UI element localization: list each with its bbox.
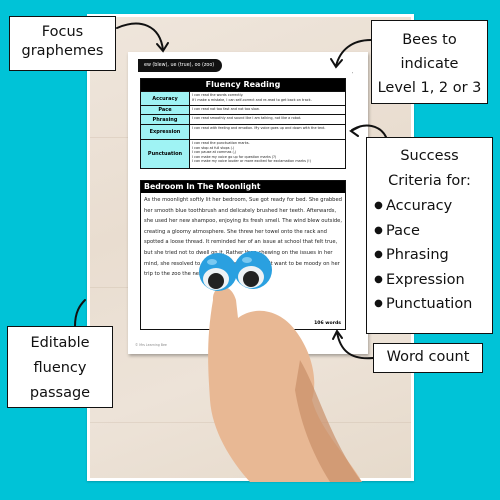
item-label: Pace <box>386 222 420 239</box>
eye-highlight <box>242 257 252 263</box>
eye-highlight <box>207 259 217 265</box>
bullet-icon: ● <box>374 249 383 260</box>
callout-line: Criteria for: <box>388 173 471 189</box>
callout-line: Level 1, 2 or 3 <box>377 80 482 96</box>
success-criteria-list: ● Accuracy ● Pace ● Phrasing ● Expression ● P… <box>371 194 488 317</box>
callout-line: fluency <box>33 360 87 376</box>
callout-line: Editable <box>30 335 90 351</box>
success-criteria-item: ● Phrasing <box>371 243 488 268</box>
callout-line: indicate <box>400 56 459 72</box>
pupil-left <box>208 273 224 289</box>
callout-line: Focus <box>41 24 84 40</box>
callout-word-count: Word count <box>373 343 483 373</box>
callout-line: graphemes <box>21 43 104 59</box>
item-label: Accuracy <box>386 198 453 214</box>
bullet-icon: ● <box>374 224 383 236</box>
item-label: Expression <box>386 271 465 288</box>
callout-success-criteria: Success Criteria for: ● Accuracy ● Pace ● P… <box>366 137 493 334</box>
success-criteria-item: ● Punctuation <box>371 292 488 317</box>
item-label: Phrasing <box>386 247 449 263</box>
callout-bees-level: Bees to indicate Level 1, 2 or 3 <box>371 20 488 104</box>
callout-line: passage <box>29 385 91 401</box>
success-criteria-item: ● Accuracy <box>371 194 488 219</box>
callout-focus-graphemes: Focus graphemes <box>9 16 116 71</box>
success-criteria-item: ● Expression <box>371 268 488 293</box>
success-criteria-item: ● Pace <box>371 219 488 244</box>
item-label: Punctuation <box>386 296 473 312</box>
bullet-icon: ● <box>374 200 383 211</box>
bullet-icon: ● <box>374 273 383 285</box>
callout-line: Word count <box>386 349 470 365</box>
pupil-right <box>243 271 259 287</box>
callout-line: Bees to <box>402 32 457 48</box>
callout-editable-passage: Editable fluency passage <box>7 326 113 408</box>
callout-line: Success <box>400 148 459 164</box>
bullet-icon: ● <box>374 298 383 309</box>
